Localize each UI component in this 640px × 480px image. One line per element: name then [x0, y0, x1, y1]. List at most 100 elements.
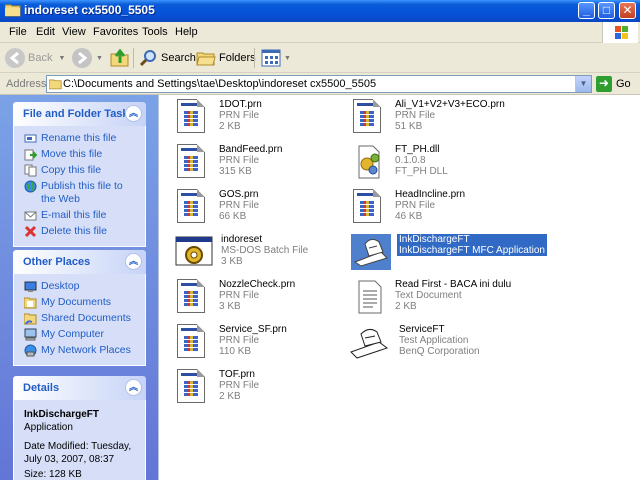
- file-item[interactable]: 1DOT.prn PRN File 2 KB: [177, 99, 264, 139]
- delete-file-link[interactable]: Delete this file: [24, 225, 137, 238]
- folders-icon: [196, 52, 216, 66]
- prn-file-icon: [177, 99, 211, 135]
- file-item[interactable]: indoreset MS-DOS Batch File 3 KB: [175, 234, 310, 274]
- panel-title: Details: [23, 382, 60, 394]
- menu-help[interactable]: Help: [175, 26, 198, 38]
- copy-file-link[interactable]: Copy this file: [24, 164, 137, 177]
- panel-title: Other Places: [23, 256, 91, 268]
- toolbar-separator: [254, 48, 255, 68]
- file-item[interactable]: HeadIncline.prn PRN File 46 KB: [353, 189, 467, 229]
- place-desktop-link[interactable]: Desktop: [24, 280, 137, 293]
- maximize-button[interactable]: □: [598, 2, 615, 19]
- batch-file-icon: [175, 234, 213, 270]
- close-button[interactable]: ✕: [619, 2, 636, 19]
- email-file-link[interactable]: E-mail this file: [24, 209, 137, 222]
- dll-file-icon: [353, 144, 387, 180]
- service-app-icon: [349, 324, 391, 360]
- globe-icon: [24, 180, 37, 193]
- details-panel: Details ︽ InkDischargeFT Application Dat…: [13, 376, 146, 480]
- file-item[interactable]: BandFeed.prn PRN File 315 KB: [177, 144, 284, 184]
- menu-tools[interactable]: Tools: [142, 26, 168, 38]
- up-folder-button[interactable]: [110, 47, 130, 69]
- file-item[interactable]: Read First - BACA ini dulu Text Document 2…: [353, 279, 513, 319]
- file-item[interactable]: Ali_V1+V2+V3+ECO.prn PRN File 51 KB: [353, 99, 507, 139]
- my-computer-icon: [24, 328, 37, 341]
- desktop-icon: [24, 281, 37, 292]
- collapse-chevron-icon[interactable]: ︽: [125, 379, 142, 396]
- menu-favorites[interactable]: Favorites: [93, 26, 138, 38]
- go-label: Go: [616, 78, 631, 90]
- copy-icon: [24, 164, 37, 177]
- prn-file-icon: [177, 279, 211, 315]
- prn-file-icon: [177, 189, 211, 225]
- chevron-down-icon: ▼: [58, 54, 66, 62]
- other-places-body: Desktop My Documents Shared Documents My…: [13, 274, 146, 366]
- place-my-network-places-link[interactable]: My Network Places: [24, 344, 137, 357]
- details-body: InkDischargeFT Application Date Modified…: [13, 400, 146, 480]
- menu-file[interactable]: File: [9, 26, 27, 38]
- window-title: indoreset cx5500_5505: [24, 3, 155, 17]
- prn-file-icon: [177, 369, 211, 405]
- folder-icon: [49, 79, 62, 90]
- rename-file-link[interactable]: Rename this file: [24, 132, 137, 145]
- ink-app-icon: [351, 234, 391, 270]
- details-size: Size: 128 KB: [24, 469, 82, 480]
- prn-file-icon: [177, 324, 211, 360]
- file-item[interactable]: NozzleCheck.prn PRN File 3 KB: [177, 279, 297, 319]
- menu-edit[interactable]: Edit: [36, 26, 55, 38]
- address-path: C:\Documents and Settings\tae\Desktop\in…: [63, 78, 377, 90]
- forward-arrow-icon: [72, 48, 92, 68]
- address-input[interactable]: C:\Documents and Settings\tae\Desktop\in…: [46, 75, 592, 93]
- toolbar: Back ▼ ▼ Search Folders ▼: [0, 43, 640, 73]
- menu-bar: File Edit View Favorites Tools Help: [0, 22, 640, 43]
- prn-file-icon: [177, 144, 211, 180]
- views-button[interactable]: ▼: [261, 47, 291, 69]
- back-arrow-icon: [5, 48, 25, 68]
- search-button[interactable]: Search: [140, 47, 196, 69]
- folders-button[interactable]: Folders: [196, 47, 256, 69]
- panel-title: File and Folder Tasks: [23, 108, 135, 120]
- up-folder-icon: [110, 48, 129, 67]
- file-item[interactable]: TOF.prn PRN File 2 KB: [177, 369, 261, 409]
- file-folder-tasks-header[interactable]: File and Folder Tasks ︽: [13, 102, 146, 126]
- toolbar-separator: [133, 48, 134, 68]
- file-folder-tasks-panel: File and Folder Tasks ︽ Rename this file…: [13, 102, 146, 247]
- forward-button[interactable]: ▼: [72, 47, 103, 69]
- details-date-modified: Date Modified: Tuesday, July 03, 2007, 0…: [24, 441, 132, 465]
- text-file-icon: [353, 279, 387, 315]
- go-arrow-icon: ➜: [596, 76, 612, 92]
- details-header[interactable]: Details ︽: [13, 376, 146, 400]
- details-file-type: Application: [24, 422, 73, 433]
- address-dropdown-button[interactable]: ▼: [575, 76, 591, 92]
- my-documents-icon: [24, 297, 37, 309]
- file-item[interactable]: ServiceFT Test Application BenQ Corporatio…: [349, 324, 482, 364]
- go-button[interactable]: ➜ Go: [596, 76, 631, 92]
- title-bar: indoreset cx5500_5505 _ □ ✕: [0, 0, 640, 22]
- search-label: Search: [161, 52, 196, 64]
- delete-icon: [24, 225, 37, 238]
- collapse-chevron-icon[interactable]: ︽: [125, 253, 142, 270]
- place-my-documents-link[interactable]: My Documents: [24, 296, 137, 309]
- menu-view[interactable]: View: [62, 26, 86, 38]
- file-item-selected[interactable]: InkDischargeFT InkDischargeFT MFC Applica…: [351, 234, 547, 274]
- file-item[interactable]: Service_SF.prn PRN File 110 KB: [177, 324, 289, 364]
- prn-file-icon: [353, 189, 387, 225]
- other-places-header[interactable]: Other Places ︽: [13, 250, 146, 274]
- prn-file-icon: [353, 99, 387, 135]
- place-shared-documents-link[interactable]: Shared Documents: [24, 312, 137, 325]
- windows-logo-icon: [602, 22, 638, 43]
- move-icon: [24, 149, 37, 161]
- collapse-chevron-icon[interactable]: ︽: [125, 105, 142, 122]
- file-item[interactable]: FT_PH.dll 0.1.0.8 FT_PH DLL: [353, 144, 450, 184]
- file-folder-tasks-body: Rename this file Move this file Copy thi…: [13, 126, 146, 247]
- search-icon: [140, 50, 156, 67]
- move-file-link[interactable]: Move this file: [24, 148, 137, 161]
- publish-web-link[interactable]: Publish this file to the Web: [24, 180, 137, 206]
- back-button[interactable]: Back ▼: [5, 47, 65, 69]
- address-label: Address: [6, 78, 47, 90]
- minimize-button[interactable]: _: [578, 2, 595, 19]
- file-item[interactable]: GOS.prn PRN File 66 KB: [177, 189, 261, 229]
- details-file-name: InkDischargeFT: [24, 409, 100, 420]
- file-list-view: 1DOT.prn PRN File 2 KB Ali_V1+V2+V3+ECO.pr…: [158, 95, 640, 480]
- place-my-computer-link[interactable]: My Computer: [24, 328, 137, 341]
